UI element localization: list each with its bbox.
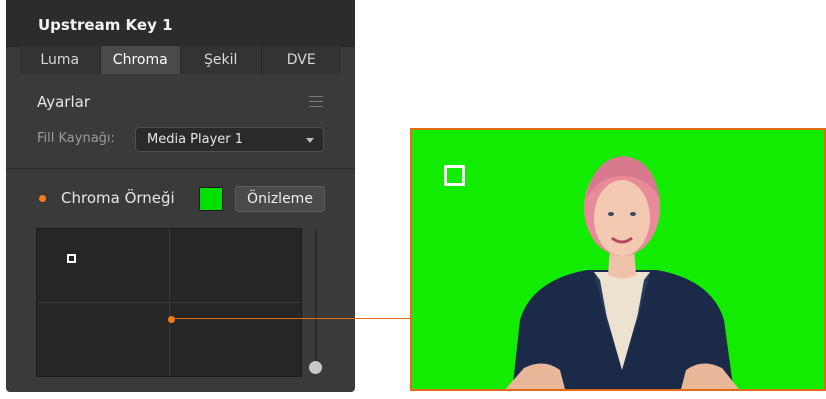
chroma-color-swatch [199, 187, 223, 211]
fill-source-value: Media Player 1 [147, 132, 244, 147]
tab-chroma[interactable]: Chroma [100, 46, 181, 74]
presenter-figure [505, 156, 739, 389]
chroma-preview-image [410, 128, 826, 391]
callout-line [171, 318, 411, 319]
preview-button[interactable]: Önizleme [235, 186, 325, 212]
panel-title: Upstream Key 1 [38, 16, 173, 34]
tab-dve[interactable]: DVE [261, 46, 341, 74]
fill-source-label: Fill Kaynağı: [37, 131, 115, 146]
chroma-sample-toggle[interactable] [39, 195, 46, 202]
chevron-down-icon [306, 138, 314, 143]
fill-source-dropdown[interactable]: Media Player 1 [135, 127, 324, 152]
sample-size-slider-track[interactable] [315, 230, 317, 364]
grid-line-horizontal [37, 302, 301, 303]
upstream-key-panel: Upstream Key 1 Luma Chroma Şekil DVE Aya… [6, 0, 355, 392]
chroma-sample-area[interactable] [36, 228, 302, 377]
chroma-sample-label: Chroma Örneği [61, 189, 175, 207]
section-divider [6, 168, 355, 169]
tab-sekil[interactable]: Şekil [181, 46, 262, 74]
sample-cursor-icon[interactable] [67, 254, 76, 263]
settings-title: Ayarlar [37, 93, 91, 111]
tab-luma[interactable]: Luma [20, 46, 101, 74]
sample-size-slider-knob[interactable] [309, 361, 322, 374]
key-type-tabs: Luma Chroma Şekil DVE [20, 46, 341, 74]
sample-marker-icon [444, 165, 465, 186]
hamburger-menu-icon[interactable] [309, 96, 323, 107]
panel-header: Upstream Key 1 [6, 0, 355, 47]
